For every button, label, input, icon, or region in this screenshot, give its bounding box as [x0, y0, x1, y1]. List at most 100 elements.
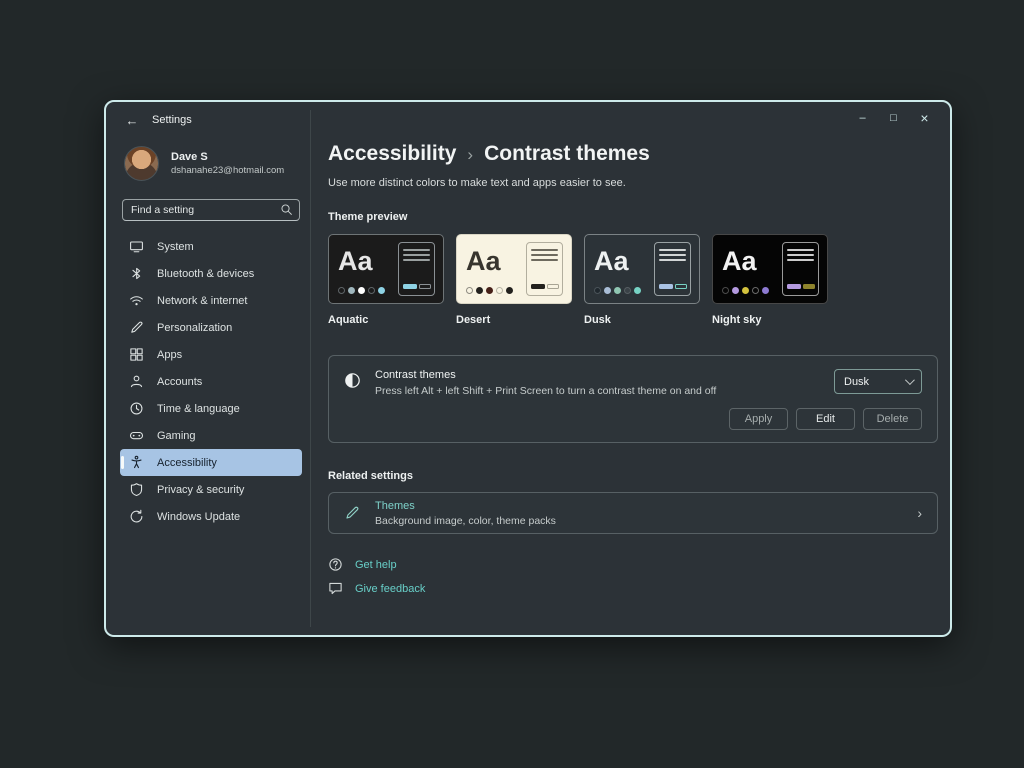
sidebar-item-system[interactable]: System — [120, 233, 302, 260]
chevron-right-icon: › — [917, 505, 922, 521]
user-profile[interactable]: Dave S dshanahe23@hotmail.com — [124, 146, 310, 181]
sidebar-item-label: Network & internet — [157, 295, 247, 307]
theme-card-night-sky[interactable]: Aa Night sky — [712, 234, 828, 326]
footer-links: Get help Give feedback — [328, 557, 933, 596]
theme-thumbnail: Aa — [456, 234, 572, 304]
color-dots — [466, 287, 513, 294]
themes-row-title: Themes — [375, 500, 556, 512]
sample-text: Aa — [338, 248, 373, 275]
theme-name: Aquatic — [328, 314, 444, 326]
themes-settings-row[interactable]: Themes Background image, color, theme pa… — [328, 492, 938, 534]
sidebar-item-label: Gaming — [157, 430, 196, 442]
pencil-icon — [129, 320, 144, 335]
theme-card-dusk[interactable]: Aa Dusk — [584, 234, 700, 326]
contrast-theme-dropdown[interactable]: Dusk — [834, 369, 922, 394]
sidebar-item-privacy-security[interactable]: Privacy & security — [120, 476, 302, 503]
sidebar-item-network-internet[interactable]: Network & internet — [120, 287, 302, 314]
user-name: Dave S — [171, 151, 284, 163]
chevron-right-icon: › — [467, 143, 473, 165]
chevron-down-icon — [905, 375, 915, 385]
themes-row-subtitle: Background image, color, theme packs — [375, 515, 556, 527]
color-dots — [594, 287, 641, 294]
contrast-themes-card: Contrast themes Press left Alt + left Sh… — [328, 355, 938, 443]
contrast-card-title: Contrast themes — [375, 369, 716, 381]
theme-name: Dusk — [584, 314, 700, 326]
sidebar-item-gaming[interactable]: Gaming — [120, 422, 302, 449]
user-email: dshanahe23@hotmail.com — [171, 165, 284, 176]
sidebar-item-label: Apps — [157, 349, 182, 361]
theme-thumbnail: Aa — [328, 234, 444, 304]
person-icon — [129, 374, 144, 389]
give-feedback-link[interactable]: Give feedback — [328, 581, 425, 596]
avatar — [124, 146, 159, 181]
sidebar-item-personalization[interactable]: Personalization — [120, 314, 302, 341]
related-settings-label: Related settings — [328, 470, 933, 482]
wifi-icon — [129, 293, 144, 308]
theme-thumbnail: Aa — [712, 234, 828, 304]
sidebar-item-label: System — [157, 241, 194, 253]
update-icon — [129, 509, 144, 524]
mini-window-graphic — [398, 242, 435, 296]
settings-window: ← Settings – □ × Dave S dshanahe23@hotma… — [104, 100, 952, 637]
feedback-icon — [328, 581, 343, 596]
sample-text: Aa — [466, 248, 501, 275]
get-help-link[interactable]: Get help — [328, 557, 397, 572]
sidebar-item-label: Time & language — [157, 403, 240, 415]
sidebar-item-label: Accounts — [157, 376, 202, 388]
monitor-icon — [129, 239, 144, 254]
breadcrumb-parent[interactable]: Accessibility — [328, 142, 456, 166]
sample-text: Aa — [722, 248, 757, 275]
give-feedback-label: Give feedback — [355, 583, 425, 595]
back-button[interactable]: ← — [120, 110, 144, 130]
page-title: Contrast themes — [484, 142, 650, 166]
apps-grid-icon — [129, 347, 144, 362]
window-title: Settings — [152, 114, 192, 126]
clock-icon — [129, 401, 144, 416]
search-box — [122, 199, 300, 221]
sidebar-item-label: Windows Update — [157, 511, 240, 523]
shield-icon — [129, 482, 144, 497]
theme-name: Desert — [456, 314, 572, 326]
theme-card-aquatic[interactable]: Aa Aquatic — [328, 234, 444, 326]
theme-name: Night sky — [712, 314, 828, 326]
dropdown-value: Dusk — [844, 376, 869, 388]
sidebar: Dave S dshanahe23@hotmail.com System Blu… — [106, 138, 310, 635]
mini-window-graphic — [782, 242, 819, 296]
pencil-icon — [344, 505, 360, 521]
accessibility-icon — [129, 455, 144, 470]
sidebar-item-apps[interactable]: Apps — [120, 341, 302, 368]
sidebar-nav: System Bluetooth & devices Network & int… — [120, 233, 302, 530]
sidebar-item-windows-update[interactable]: Windows Update — [120, 503, 302, 530]
edit-button[interactable]: Edit — [796, 408, 855, 430]
sidebar-item-label: Accessibility — [157, 457, 217, 469]
help-icon — [328, 557, 343, 572]
theme-preview-row: Aa Aquatic Aa D — [328, 234, 933, 326]
sidebar-item-accounts[interactable]: Accounts — [120, 368, 302, 395]
contrast-card-buttons: Apply Edit Delete — [344, 408, 922, 430]
theme-thumbnail: Aa — [584, 234, 700, 304]
sidebar-item-bluetooth-devices[interactable]: Bluetooth & devices — [120, 260, 302, 287]
theme-card-desert[interactable]: Aa Desert — [456, 234, 572, 326]
delete-button[interactable]: Delete — [863, 408, 922, 430]
page-subtitle: Use more distinct colors to make text an… — [328, 177, 933, 189]
sample-text: Aa — [594, 248, 629, 275]
bluetooth-icon — [129, 266, 144, 281]
contrast-card-description: Press left Alt + left Shift + Print Scre… — [375, 385, 716, 397]
contrast-icon — [344, 372, 361, 389]
mini-window-graphic — [526, 242, 563, 296]
sidebar-item-accessibility[interactable]: Accessibility — [120, 449, 302, 476]
theme-preview-label: Theme preview — [328, 211, 933, 223]
mini-window-graphic — [654, 242, 691, 296]
sidebar-item-time-language[interactable]: Time & language — [120, 395, 302, 422]
color-dots — [722, 287, 769, 294]
search-input[interactable] — [122, 199, 300, 221]
color-dots — [338, 287, 385, 294]
sidebar-item-label: Bluetooth & devices — [157, 268, 254, 280]
apply-button[interactable]: Apply — [729, 408, 788, 430]
search-icon — [280, 203, 293, 221]
controller-icon — [129, 428, 144, 443]
get-help-label: Get help — [355, 559, 397, 571]
main-content: Accessibility › Contrast themes Use more… — [311, 102, 950, 635]
sidebar-item-label: Personalization — [157, 322, 232, 334]
selection-indicator — [121, 456, 124, 469]
